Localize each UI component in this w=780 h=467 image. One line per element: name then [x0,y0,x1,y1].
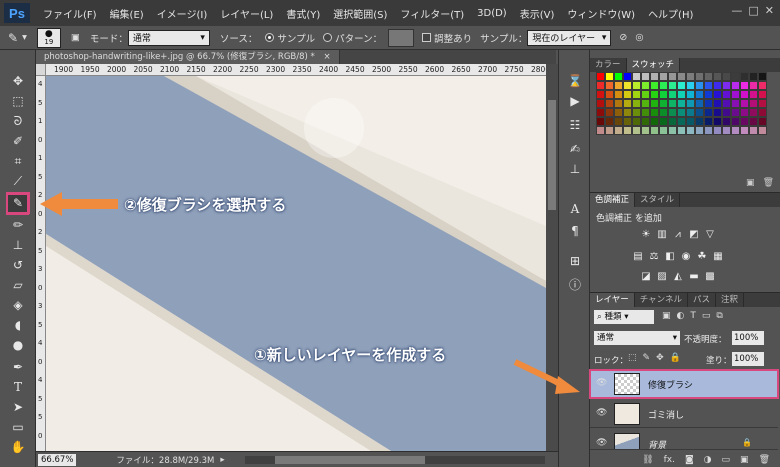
arrow-step2 [40,192,118,216]
step1-annotation: ①新しいレイヤーを作成する [254,346,447,364]
tool-highlight-box [6,193,29,215]
step2-annotation: ②修復ブラシを選択する [124,196,287,214]
arrow-step1 [513,359,580,394]
photoshop-window: Ps ファイル(F) 編集(E) イメージ(I) レイヤー(L) 書式(Y) 選… [0,0,780,467]
annotation-overlay [6,192,580,394]
